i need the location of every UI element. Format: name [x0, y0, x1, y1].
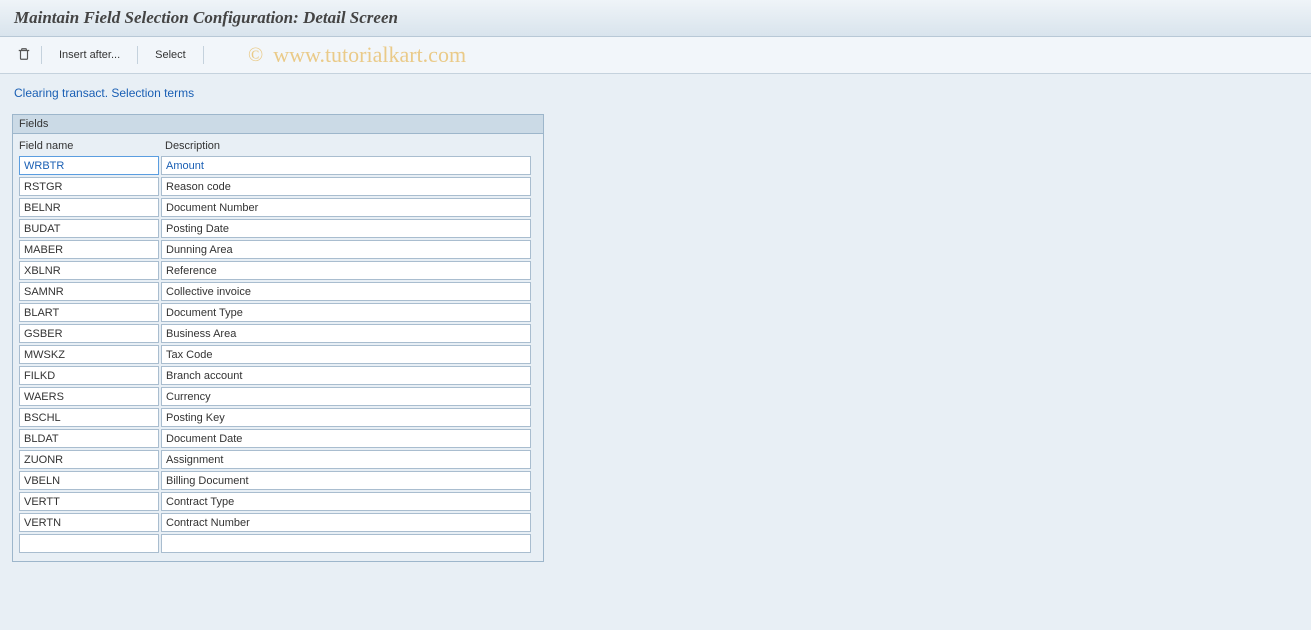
field-name-input[interactable]: [19, 198, 159, 217]
field-name-input[interactable]: [19, 345, 159, 364]
column-headers: Field name Description: [17, 138, 539, 156]
table-row: [17, 240, 539, 259]
toolbar-divider: [137, 46, 138, 64]
table-row: [17, 387, 539, 406]
field-name-input[interactable]: [19, 324, 159, 343]
field-name-input[interactable]: [19, 450, 159, 469]
table-row: [17, 450, 539, 469]
fields-panel: Fields Field name Description: [12, 114, 544, 562]
table-row: [17, 534, 539, 553]
toolbar-divider: [203, 46, 204, 64]
field-description-input[interactable]: [161, 408, 531, 427]
trash-icon: [17, 47, 31, 64]
field-name-input[interactable]: [19, 177, 159, 196]
field-name-input[interactable]: [19, 156, 159, 175]
panel-body: Field name Description: [13, 134, 543, 561]
table-row: [17, 261, 539, 280]
panel-header: Fields: [13, 115, 543, 134]
field-name-input[interactable]: [19, 387, 159, 406]
table-row: [17, 366, 539, 385]
table-row: [17, 282, 539, 301]
column-header-description: Description: [165, 140, 535, 152]
insert-after-button[interactable]: Insert after...: [49, 46, 130, 64]
field-name-input[interactable]: [19, 219, 159, 238]
field-description-input[interactable]: [161, 429, 531, 448]
field-description-input[interactable]: [161, 324, 531, 343]
field-description-input[interactable]: [161, 471, 531, 490]
rows-container: [17, 156, 539, 553]
table-row: [17, 492, 539, 511]
table-row: [17, 408, 539, 427]
page-title: Maintain Field Selection Configuration: …: [14, 8, 1297, 28]
field-name-input[interactable]: [19, 303, 159, 322]
field-name-input[interactable]: [19, 282, 159, 301]
field-name-input[interactable]: [19, 471, 159, 490]
field-name-input[interactable]: [19, 366, 159, 385]
field-description-input[interactable]: [161, 156, 531, 175]
content-area: Clearing transact. Selection terms Field…: [0, 74, 1311, 574]
table-row: [17, 324, 539, 343]
field-description-input[interactable]: [161, 387, 531, 406]
title-bar: Maintain Field Selection Configuration: …: [0, 0, 1311, 37]
field-description-input[interactable]: [161, 240, 531, 259]
table-row: [17, 177, 539, 196]
field-description-input[interactable]: [161, 261, 531, 280]
field-description-input[interactable]: [161, 219, 531, 238]
field-name-input[interactable]: [19, 240, 159, 259]
field-name-input[interactable]: [19, 513, 159, 532]
field-name-input[interactable]: [19, 492, 159, 511]
breadcrumb[interactable]: Clearing transact. Selection terms: [14, 86, 1297, 100]
table-row: [17, 513, 539, 532]
select-button[interactable]: Select: [145, 46, 196, 64]
field-description-input[interactable]: [161, 513, 531, 532]
field-description-input[interactable]: [161, 198, 531, 217]
table-row: [17, 303, 539, 322]
table-row: [17, 219, 539, 238]
field-name-input[interactable]: [19, 261, 159, 280]
field-description-input[interactable]: [161, 177, 531, 196]
table-row: [17, 429, 539, 448]
field-description-input[interactable]: [161, 282, 531, 301]
toolbar: Insert after... Select: [0, 37, 1311, 74]
table-row: [17, 345, 539, 364]
field-description-input[interactable]: [161, 534, 531, 553]
field-name-input[interactable]: [19, 534, 159, 553]
field-description-input[interactable]: [161, 303, 531, 322]
field-description-input[interactable]: [161, 366, 531, 385]
field-name-input[interactable]: [19, 408, 159, 427]
table-row: [17, 156, 539, 175]
table-row: [17, 471, 539, 490]
field-description-input[interactable]: [161, 345, 531, 364]
toolbar-divider: [41, 46, 42, 64]
field-name-input[interactable]: [19, 429, 159, 448]
delete-button[interactable]: [14, 45, 34, 65]
table-row: [17, 198, 539, 217]
field-description-input[interactable]: [161, 450, 531, 469]
column-header-fieldname: Field name: [19, 140, 165, 152]
field-description-input[interactable]: [161, 492, 531, 511]
